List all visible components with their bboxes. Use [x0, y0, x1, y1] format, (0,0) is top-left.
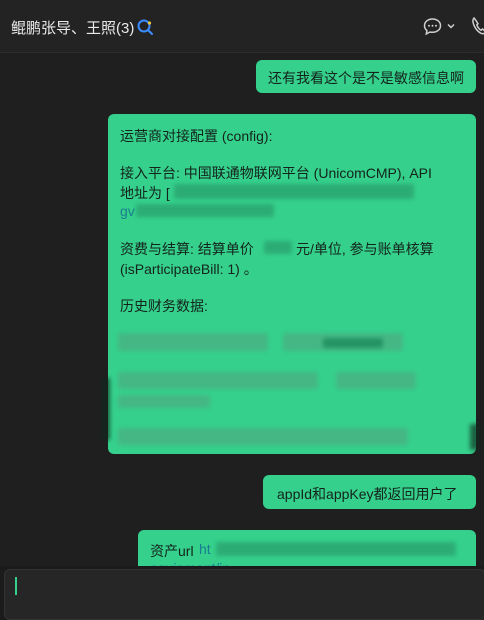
- redaction-stroke-right: [470, 424, 480, 450]
- asset-url-label: 资产url: [150, 543, 194, 559]
- chat-bubble-icon[interactable]: [423, 17, 442, 36]
- chat-title[interactable]: 鲲鹏张导、王照(3): [11, 17, 134, 38]
- config-heading: 运营商对接配置 (config):: [120, 128, 273, 144]
- billing-line-prefix: 资费与结算: 结算单价: [120, 241, 254, 257]
- text-cursor: [15, 577, 17, 595]
- asset-url-link[interactable]: ht: [199, 541, 211, 557]
- address-label: 地址为 [: [120, 185, 170, 201]
- message-bubble-outgoing[interactable]: 运营商对接配置 (config): 接入平台: 中国联通物联网平台 (Unico…: [108, 114, 476, 454]
- phone-icon[interactable]: [471, 16, 484, 36]
- chevron-down-icon[interactable]: [446, 21, 456, 31]
- chat-header: 鲲鹏张导、王照(3): [0, 0, 484, 53]
- redacted-history-1a: [118, 333, 268, 351]
- redacted-history-3: [118, 428, 408, 445]
- message-text: 还有我看这个是不是敏感信息啊: [268, 70, 464, 86]
- redacted-price: [264, 241, 292, 254]
- redacted-address: [174, 184, 414, 199]
- access-line: 接入平台: 中国联通物联网平台 (UnicomCMP), API: [120, 165, 432, 181]
- redacted-address-2: [136, 204, 274, 217]
- search-icon[interactable]: [136, 18, 154, 36]
- message-text: appId和appKey都返回用户了: [277, 486, 458, 502]
- redacted-history-2c: [118, 395, 210, 408]
- redacted-url: [216, 542, 456, 556]
- redacted-history-1c: [323, 338, 383, 348]
- message-input[interactable]: [4, 569, 484, 620]
- address-continuation[interactable]: gv: [120, 203, 135, 219]
- billing-line-suffix: 元/单位, 参与账单核算: [296, 241, 434, 257]
- redacted-history-2b: [336, 372, 416, 389]
- redacted-history-2a: [118, 372, 318, 389]
- message-bubble-outgoing[interactable]: appId和appKey都返回用户了: [263, 475, 476, 509]
- message-bubble-outgoing[interactable]: 还有我看这个是不是敏感信息啊: [256, 60, 476, 93]
- redaction-stroke-left: [102, 378, 110, 440]
- history-heading: 历史财务数据:: [120, 298, 208, 314]
- billing-line-2: (isParticipateBill: 1) 。: [120, 261, 258, 277]
